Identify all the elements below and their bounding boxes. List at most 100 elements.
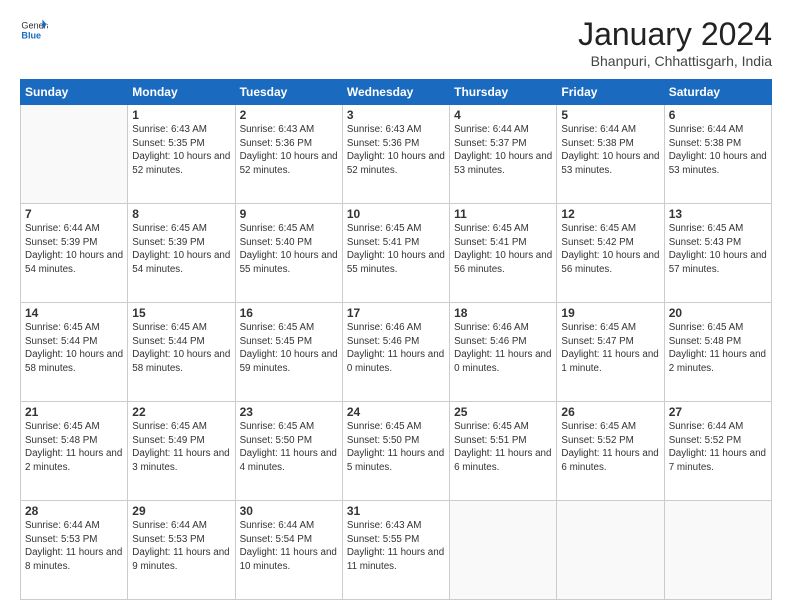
- day-number: 3: [347, 108, 445, 122]
- day-cell: 20Sunrise: 6:45 AMSunset: 5:48 PMDayligh…: [664, 303, 771, 402]
- day-info: Sunrise: 6:45 AMSunset: 5:44 PMDaylight:…: [25, 321, 123, 376]
- week-row-4: 21Sunrise: 6:45 AMSunset: 5:48 PMDayligh…: [21, 402, 772, 501]
- day-cell: 21Sunrise: 6:45 AMSunset: 5:48 PMDayligh…: [21, 402, 128, 501]
- day-number: 20: [669, 306, 767, 320]
- day-info: Sunrise: 6:43 AMSunset: 5:36 PMDaylight:…: [240, 123, 338, 178]
- day-info: Sunrise: 6:44 AMSunset: 5:53 PMDaylight:…: [132, 519, 230, 574]
- title-block: January 2024 Bhanpuri, Chhattisgarh, Ind…: [578, 16, 772, 69]
- day-cell: 2Sunrise: 6:43 AMSunset: 5:36 PMDaylight…: [235, 105, 342, 204]
- day-number: 11: [454, 207, 552, 221]
- day-number: 26: [561, 405, 659, 419]
- col-saturday: Saturday: [664, 80, 771, 105]
- day-info: Sunrise: 6:45 AMSunset: 5:51 PMDaylight:…: [454, 420, 552, 475]
- page: General Blue January 2024 Bhanpuri, Chha…: [0, 0, 792, 612]
- day-cell: 22Sunrise: 6:45 AMSunset: 5:49 PMDayligh…: [128, 402, 235, 501]
- day-number: 6: [669, 108, 767, 122]
- col-sunday: Sunday: [21, 80, 128, 105]
- day-cell: 15Sunrise: 6:45 AMSunset: 5:44 PMDayligh…: [128, 303, 235, 402]
- day-number: 22: [132, 405, 230, 419]
- day-info: Sunrise: 6:45 AMSunset: 5:42 PMDaylight:…: [561, 222, 659, 277]
- day-number: 15: [132, 306, 230, 320]
- week-row-2: 7Sunrise: 6:44 AMSunset: 5:39 PMDaylight…: [21, 204, 772, 303]
- day-info: Sunrise: 6:45 AMSunset: 5:50 PMDaylight:…: [347, 420, 445, 475]
- header-row: Sunday Monday Tuesday Wednesday Thursday…: [21, 80, 772, 105]
- day-cell: 28Sunrise: 6:44 AMSunset: 5:53 PMDayligh…: [21, 501, 128, 600]
- day-cell: 27Sunrise: 6:44 AMSunset: 5:52 PMDayligh…: [664, 402, 771, 501]
- day-cell: 14Sunrise: 6:45 AMSunset: 5:44 PMDayligh…: [21, 303, 128, 402]
- day-info: Sunrise: 6:45 AMSunset: 5:45 PMDaylight:…: [240, 321, 338, 376]
- week-row-3: 14Sunrise: 6:45 AMSunset: 5:44 PMDayligh…: [21, 303, 772, 402]
- day-cell: 7Sunrise: 6:44 AMSunset: 5:39 PMDaylight…: [21, 204, 128, 303]
- day-info: Sunrise: 6:45 AMSunset: 5:47 PMDaylight:…: [561, 321, 659, 376]
- day-cell: 6Sunrise: 6:44 AMSunset: 5:38 PMDaylight…: [664, 105, 771, 204]
- day-number: 4: [454, 108, 552, 122]
- day-cell: [557, 501, 664, 600]
- col-thursday: Thursday: [450, 80, 557, 105]
- day-cell: 17Sunrise: 6:46 AMSunset: 5:46 PMDayligh…: [342, 303, 449, 402]
- logo-icon: General Blue: [20, 16, 48, 44]
- day-info: Sunrise: 6:46 AMSunset: 5:46 PMDaylight:…: [347, 321, 445, 376]
- calendar-table: Sunday Monday Tuesday Wednesday Thursday…: [20, 79, 772, 600]
- day-cell: 18Sunrise: 6:46 AMSunset: 5:46 PMDayligh…: [450, 303, 557, 402]
- day-number: 27: [669, 405, 767, 419]
- day-info: Sunrise: 6:44 AMSunset: 5:53 PMDaylight:…: [25, 519, 123, 574]
- day-number: 24: [347, 405, 445, 419]
- day-info: Sunrise: 6:45 AMSunset: 5:48 PMDaylight:…: [669, 321, 767, 376]
- day-number: 28: [25, 504, 123, 518]
- day-cell: 26Sunrise: 6:45 AMSunset: 5:52 PMDayligh…: [557, 402, 664, 501]
- day-number: 5: [561, 108, 659, 122]
- day-cell: 29Sunrise: 6:44 AMSunset: 5:53 PMDayligh…: [128, 501, 235, 600]
- day-number: 12: [561, 207, 659, 221]
- day-number: 25: [454, 405, 552, 419]
- day-number: 30: [240, 504, 338, 518]
- day-info: Sunrise: 6:45 AMSunset: 5:44 PMDaylight:…: [132, 321, 230, 376]
- day-info: Sunrise: 6:45 AMSunset: 5:40 PMDaylight:…: [240, 222, 338, 277]
- day-info: Sunrise: 6:46 AMSunset: 5:46 PMDaylight:…: [454, 321, 552, 376]
- day-info: Sunrise: 6:43 AMSunset: 5:35 PMDaylight:…: [132, 123, 230, 178]
- day-cell: 10Sunrise: 6:45 AMSunset: 5:41 PMDayligh…: [342, 204, 449, 303]
- day-number: 16: [240, 306, 338, 320]
- day-info: Sunrise: 6:45 AMSunset: 5:41 PMDaylight:…: [454, 222, 552, 277]
- day-number: 18: [454, 306, 552, 320]
- day-info: Sunrise: 6:45 AMSunset: 5:52 PMDaylight:…: [561, 420, 659, 475]
- col-tuesday: Tuesday: [235, 80, 342, 105]
- day-info: Sunrise: 6:45 AMSunset: 5:43 PMDaylight:…: [669, 222, 767, 277]
- day-number: 14: [25, 306, 123, 320]
- day-cell: 3Sunrise: 6:43 AMSunset: 5:36 PMDaylight…: [342, 105, 449, 204]
- day-cell: 1Sunrise: 6:43 AMSunset: 5:35 PMDaylight…: [128, 105, 235, 204]
- day-cell: 5Sunrise: 6:44 AMSunset: 5:38 PMDaylight…: [557, 105, 664, 204]
- day-number: 29: [132, 504, 230, 518]
- day-cell: 19Sunrise: 6:45 AMSunset: 5:47 PMDayligh…: [557, 303, 664, 402]
- calendar-header: Sunday Monday Tuesday Wednesday Thursday…: [21, 80, 772, 105]
- col-friday: Friday: [557, 80, 664, 105]
- week-row-5: 28Sunrise: 6:44 AMSunset: 5:53 PMDayligh…: [21, 501, 772, 600]
- day-number: 23: [240, 405, 338, 419]
- day-number: 7: [25, 207, 123, 221]
- header: General Blue January 2024 Bhanpuri, Chha…: [20, 16, 772, 69]
- day-info: Sunrise: 6:45 AMSunset: 5:39 PMDaylight:…: [132, 222, 230, 277]
- day-cell: 25Sunrise: 6:45 AMSunset: 5:51 PMDayligh…: [450, 402, 557, 501]
- day-number: 1: [132, 108, 230, 122]
- logo: General Blue: [20, 16, 48, 44]
- day-info: Sunrise: 6:44 AMSunset: 5:39 PMDaylight:…: [25, 222, 123, 277]
- day-cell: 9Sunrise: 6:45 AMSunset: 5:40 PMDaylight…: [235, 204, 342, 303]
- day-cell: 23Sunrise: 6:45 AMSunset: 5:50 PMDayligh…: [235, 402, 342, 501]
- day-info: Sunrise: 6:44 AMSunset: 5:37 PMDaylight:…: [454, 123, 552, 178]
- location-subtitle: Bhanpuri, Chhattisgarh, India: [578, 53, 772, 69]
- week-row-1: 1Sunrise: 6:43 AMSunset: 5:35 PMDaylight…: [21, 105, 772, 204]
- day-info: Sunrise: 6:44 AMSunset: 5:54 PMDaylight:…: [240, 519, 338, 574]
- month-title: January 2024: [578, 16, 772, 53]
- day-info: Sunrise: 6:45 AMSunset: 5:49 PMDaylight:…: [132, 420, 230, 475]
- day-cell: [21, 105, 128, 204]
- day-info: Sunrise: 6:43 AMSunset: 5:36 PMDaylight:…: [347, 123, 445, 178]
- day-number: 31: [347, 504, 445, 518]
- day-number: 2: [240, 108, 338, 122]
- day-cell: 30Sunrise: 6:44 AMSunset: 5:54 PMDayligh…: [235, 501, 342, 600]
- col-wednesday: Wednesday: [342, 80, 449, 105]
- day-cell: 24Sunrise: 6:45 AMSunset: 5:50 PMDayligh…: [342, 402, 449, 501]
- day-cell: 31Sunrise: 6:43 AMSunset: 5:55 PMDayligh…: [342, 501, 449, 600]
- day-number: 8: [132, 207, 230, 221]
- day-info: Sunrise: 6:45 AMSunset: 5:50 PMDaylight:…: [240, 420, 338, 475]
- day-info: Sunrise: 6:45 AMSunset: 5:48 PMDaylight:…: [25, 420, 123, 475]
- day-number: 10: [347, 207, 445, 221]
